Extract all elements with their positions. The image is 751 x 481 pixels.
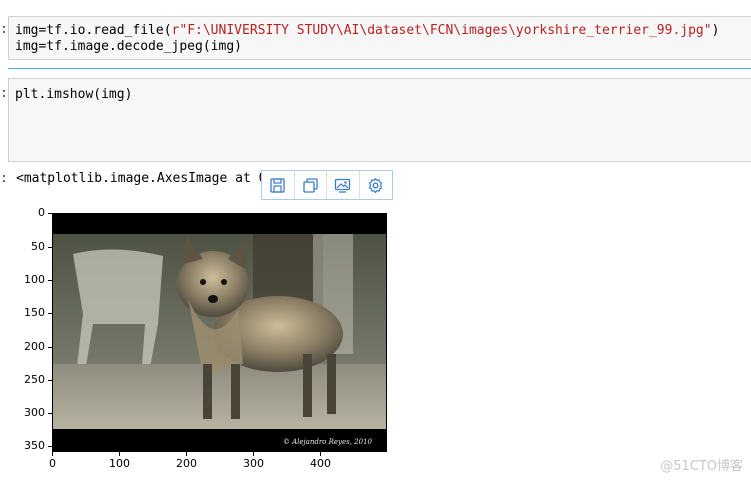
output-prompt: : <box>0 171 8 186</box>
image-caption: © Alejandro Reyes, 2010 <box>282 438 372 446</box>
x-tick-mark <box>320 452 321 456</box>
x-tick-label: 200 <box>176 457 197 470</box>
cell2-line1: plt.imshow(img) <box>15 87 133 102</box>
output-text: <matplotlib.image.AxesImage at 0 <box>16 171 267 186</box>
cell1-line1-prefix: img=tf.io.read_file( <box>15 23 172 38</box>
x-tick-label: 100 <box>109 457 130 470</box>
save-button[interactable] <box>262 171 295 199</box>
copy-button[interactable] <box>295 171 327 199</box>
y-tick-label: 100 <box>24 273 45 286</box>
x-tick-mark <box>52 452 53 456</box>
imshow-axes: © Alejandro Reyes, 2010 <box>52 213 387 452</box>
gear-icon <box>369 177 383 193</box>
y-tick-label: 150 <box>24 306 45 319</box>
y-tick-mark <box>48 313 52 314</box>
x-tick-mark <box>119 452 120 456</box>
cell1-line1-suffix: ) <box>711 23 720 38</box>
x-tick-label: 0 <box>49 457 56 470</box>
y-tick-label: 200 <box>24 340 45 353</box>
open-image-button[interactable] <box>327 171 360 199</box>
x-tick-mark <box>186 452 187 456</box>
y-tick-label: 50 <box>31 240 45 253</box>
cell1-code-area[interactable]: img=tf.io.read_file(r"F:\UNIVERSITY STUD… <box>8 16 751 60</box>
cell2-prompt: : <box>0 86 8 101</box>
save-icon <box>270 177 285 193</box>
cell2-code-area[interactable]: plt.imshow(img) <box>8 78 751 162</box>
watermark: @51CTO博客 <box>660 459 743 474</box>
y-tick-label: 300 <box>24 406 45 419</box>
y-tick-mark <box>48 213 52 214</box>
copy-icon <box>303 177 318 193</box>
y-tick-label: 0 <box>38 206 45 219</box>
cell1-line2: img=tf.image.decode_jpeg(img) <box>15 39 242 54</box>
x-tick-label: 400 <box>310 457 331 470</box>
image-icon <box>335 178 351 193</box>
y-tick-label: 250 <box>24 373 45 386</box>
image-toolbar <box>261 170 393 200</box>
y-tick-label: 350 <box>24 439 45 452</box>
y-tick-mark <box>48 347 52 348</box>
cell1-prompt: : <box>0 22 8 37</box>
y-tick-mark <box>48 380 52 381</box>
x-tick-mark <box>253 452 254 456</box>
y-tick-mark <box>48 247 52 248</box>
x-tick-label: 300 <box>243 457 264 470</box>
y-tick-mark <box>48 446 52 447</box>
settings-button[interactable] <box>360 171 392 199</box>
y-tick-mark <box>48 413 52 414</box>
y-tick-mark <box>48 280 52 281</box>
selected-cell-border <box>8 68 751 69</box>
dog-photo <box>53 214 386 451</box>
cell1-line1: img=tf.io.read_file(r"F:\UNIVERSITY STUD… <box>15 23 719 39</box>
cell1-line1-string: r"F:\UNIVERSITY STUDY\AI\dataset\FCN\ima… <box>171 23 712 38</box>
